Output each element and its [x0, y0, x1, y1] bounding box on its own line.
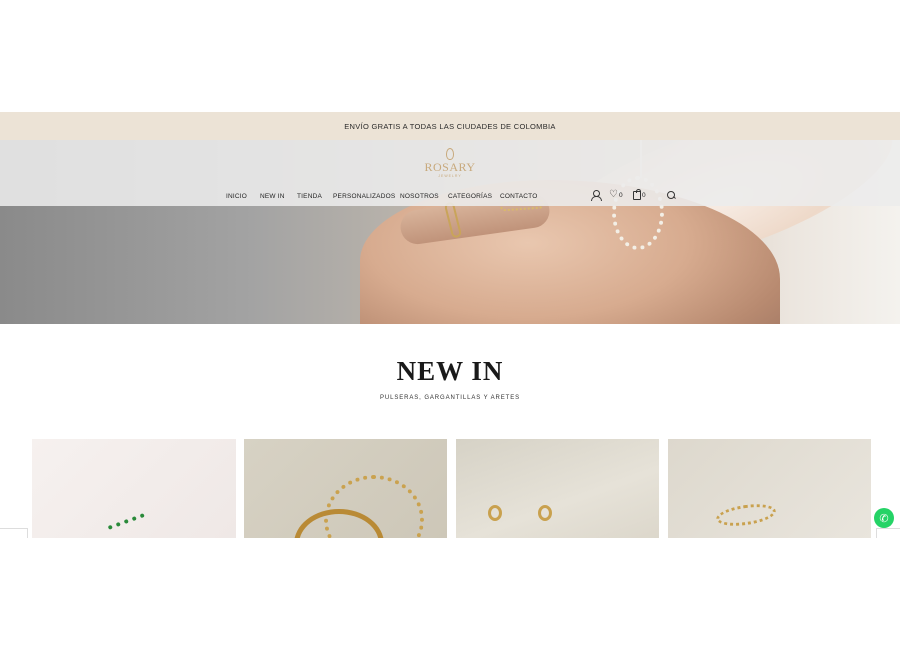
- nav-item-new-in[interactable]: NEW IN: [260, 193, 285, 200]
- nav-item-inicio[interactable]: INICIO: [226, 193, 247, 200]
- user-icon[interactable]: [591, 190, 602, 201]
- section-title: NEW IN: [396, 356, 504, 386]
- product-image-hoop: [488, 505, 502, 521]
- nav-item-categorias[interactable]: CATEGORÍAS: [448, 193, 492, 200]
- logo-rose-icon: [446, 148, 454, 160]
- logo-text: ROSARY: [424, 160, 476, 174]
- whatsapp-icon[interactable]: ✆: [874, 508, 894, 528]
- product-image-hoop: [538, 505, 552, 521]
- announcement-text: ENVÍO GRATIS A TODAS LAS CIUDADES DE COL…: [344, 121, 556, 131]
- nav-item-nosotros[interactable]: NOSOTROS: [400, 193, 439, 200]
- right-edge-tab[interactable]: [876, 528, 900, 538]
- product-card[interactable]: [456, 439, 659, 538]
- product-card[interactable]: [244, 439, 447, 538]
- logo-tagline: JEWELRY: [438, 174, 462, 178]
- nav-item-contacto[interactable]: CONTACTO: [500, 193, 537, 200]
- cart-count: 0: [642, 192, 646, 199]
- main-nav: INICIO NEW IN TIENDA PERSONALIZADOS NOSO…: [0, 193, 900, 203]
- nav-item-tienda[interactable]: TIENDA: [297, 193, 322, 200]
- nav-item-personalizados[interactable]: PERSONALIZADOS: [333, 193, 395, 200]
- brand-logo[interactable]: ROSARY JEWELRY: [420, 148, 480, 180]
- product-image-ring-set: [714, 500, 778, 530]
- product-image-earring: [107, 513, 151, 538]
- bag-icon[interactable]: [633, 189, 641, 200]
- left-edge-tab[interactable]: [0, 528, 28, 538]
- search-icon[interactable]: [667, 191, 675, 199]
- wishlist-count: 0: [619, 192, 623, 199]
- announcement-bar: ENVÍO GRATIS A TODAS LAS CIUDADES DE COL…: [0, 112, 900, 140]
- product-card[interactable]: [32, 439, 236, 538]
- section-subtitle: PULSERAS, GARGANTILLAS Y ARETES: [379, 395, 521, 401]
- heart-icon[interactable]: ♡: [609, 189, 618, 201]
- product-card[interactable]: [668, 439, 871, 538]
